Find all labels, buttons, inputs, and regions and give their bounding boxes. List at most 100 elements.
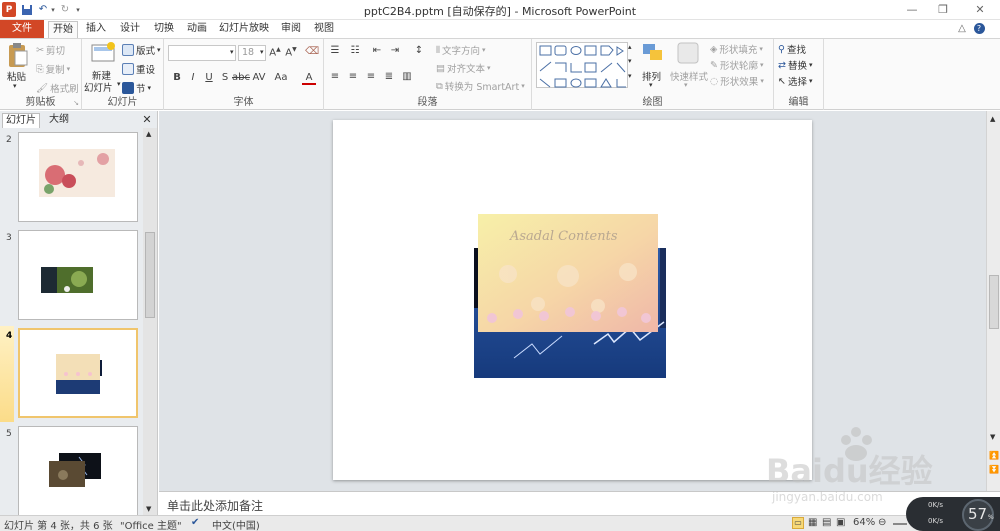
minimize-ribbon-icon[interactable]: △ [955, 21, 969, 38]
change-case-icon[interactable]: Aa [274, 72, 288, 83]
editor-scroll-up[interactable]: ▲ [990, 115, 995, 123]
columns-icon[interactable]: ▥ [400, 71, 414, 82]
panel-tab-slides[interactable]: 幻灯片 [2, 113, 40, 128]
tab-insert[interactable]: 插入 [82, 21, 110, 38]
font-size-dropdown-icon[interactable]: ▾ [260, 48, 264, 56]
help-icon[interactable]: ? [972, 21, 986, 38]
justify-icon[interactable]: ≣ [382, 71, 396, 82]
scissors-icon: ✂ [36, 44, 44, 56]
font-name-combobox[interactable] [168, 45, 236, 61]
tab-home[interactable]: 开始 [48, 21, 78, 38]
new-slide-icon[interactable] [90, 41, 116, 65]
normal-view-icon[interactable]: ▭ [792, 517, 804, 529]
tab-review[interactable]: 审阅 [277, 21, 305, 38]
close-icon[interactable]: ✕ [967, 1, 993, 18]
next-slide-icon[interactable]: ⏬ [989, 465, 999, 474]
smartart-button[interactable]: ⧉ 转换为 SmartArt ▾ [436, 79, 525, 94]
italic-icon[interactable]: I [186, 72, 200, 83]
paste-icon[interactable] [6, 41, 30, 69]
scroll-thumb[interactable] [145, 232, 155, 318]
quick-styles-icon[interactable] [676, 41, 700, 65]
replace-button[interactable]: ⇄ 替换 ▾ [778, 58, 813, 73]
previous-slide-icon[interactable]: ⏫ [989, 451, 999, 460]
slide-thumbnail-3[interactable] [18, 230, 138, 320]
scroll-down-arrow[interactable]: ▼ [146, 505, 151, 513]
minimize-icon[interactable]: — [899, 1, 925, 18]
shrink-font-icon[interactable]: A▼ [284, 46, 298, 58]
tab-file[interactable]: 文件 [0, 20, 44, 38]
editor-scroll-thumb[interactable] [989, 275, 999, 329]
quick-styles-button[interactable]: 快速样式 [670, 69, 708, 83]
scroll-up-arrow[interactable]: ▲ [146, 130, 151, 138]
bullets-icon[interactable]: ☰ [328, 45, 342, 56]
slide-thumbnail-4[interactable] [18, 328, 138, 418]
slides-panel-scrollbar[interactable]: ▲ ▼ [143, 128, 157, 515]
editor-vertical-scrollbar[interactable]: ▲ ▼ ⏫ ⏬ [986, 111, 1000, 491]
paste-dropdown-icon[interactable]: ▾ [13, 82, 17, 90]
tab-animations[interactable]: 动画 [183, 21, 211, 38]
slide-thumbnail-5[interactable] [18, 426, 138, 516]
zoom-out-icon[interactable]: ⊖ [878, 517, 886, 528]
language-status[interactable]: 中文(中国) [212, 517, 260, 531]
grow-font-icon[interactable]: A▲ [268, 46, 282, 58]
current-slide[interactable]: Asadal Contents [333, 120, 812, 480]
arrange-icon[interactable] [640, 41, 666, 65]
slides-panel: 幻灯片 大纲 ✕ 2 3 4 5 ▲ ▼ [0, 111, 158, 516]
new-slide-dropdown-icon[interactable]: ▾ [117, 80, 121, 88]
slide-number: 3 [6, 233, 12, 243]
reset-button[interactable]: 重设 [122, 62, 155, 76]
slide-sorter-icon[interactable]: ▦ [808, 517, 817, 528]
slideshow-icon[interactable]: ▣ [836, 517, 845, 528]
align-center-icon[interactable]: ≡ [346, 71, 360, 82]
shape-fill-button[interactable]: ◈ 形状填充 ▾ [710, 42, 763, 57]
align-text-button[interactable]: ▤ 对齐文本 ▾ [436, 61, 491, 76]
editor-scroll-down[interactable]: ▼ [990, 433, 995, 441]
align-left-icon[interactable]: ≡ [328, 71, 342, 82]
ribbon-tabs: 文件 开始 插入 设计 切换 动画 幻灯片放映 审阅 视图 △ ? [0, 20, 1000, 38]
tab-slideshow[interactable]: 幻灯片放映 [218, 21, 270, 38]
paste-button[interactable]: 粘贴 [7, 69, 26, 83]
layout-button[interactable]: 版式 ▾ [122, 43, 161, 57]
zoom-level[interactable]: 64% [853, 517, 875, 528]
restore-icon[interactable]: ❐ [930, 1, 956, 18]
tab-transitions[interactable]: 切换 [150, 21, 178, 38]
shadow-icon[interactable]: S [218, 72, 232, 83]
cut-button[interactable]: ✂ 剪切 [36, 43, 65, 58]
close-panel-icon[interactable]: ✕ [140, 113, 154, 128]
panel-tab-outline[interactable]: 大纲 [42, 113, 76, 128]
select-button[interactable]: ↖ 选择 ▾ [778, 74, 813, 89]
dialog-launcher-icon[interactable]: ↘ [73, 99, 79, 107]
gallery-scroll-down-icon[interactable]: ▾ [628, 57, 632, 65]
asadal-image[interactable]: Asadal Contents [478, 214, 658, 332]
underline-icon[interactable]: U [202, 72, 216, 83]
shape-effects-button[interactable]: ◌ 形状效果 ▾ [710, 74, 764, 89]
zoom-slider[interactable] [893, 523, 907, 525]
spell-check-icon[interactable]: ✔ [191, 517, 199, 528]
strikethrough-icon[interactable]: abc [232, 72, 250, 83]
font-color-icon[interactable]: A [302, 72, 316, 85]
tab-design[interactable]: 设计 [116, 21, 144, 38]
gallery-scroll-up-icon[interactable]: ▴ [628, 43, 632, 51]
gallery-more-icon[interactable]: ▾ [628, 72, 632, 80]
font-name-dropdown-icon[interactable]: ▾ [230, 48, 234, 56]
quick-styles-dropdown-icon[interactable]: ▾ [684, 81, 688, 89]
decrease-indent-icon[interactable]: ⇤ [370, 45, 384, 56]
arrange-dropdown-icon[interactable]: ▾ [649, 81, 653, 89]
clear-formatting-icon[interactable]: ⌫ [305, 46, 319, 57]
new-slide-label-2[interactable]: 幻灯片 [84, 80, 113, 94]
numbering-icon[interactable]: ☷ [348, 45, 362, 56]
increase-indent-icon[interactable]: ⇥ [388, 45, 402, 56]
shapes-gallery[interactable] [536, 42, 628, 88]
tab-view[interactable]: 视图 [310, 21, 338, 38]
slide-thumbnail-2[interactable] [18, 132, 138, 222]
line-spacing-icon[interactable]: ↕ [412, 45, 426, 56]
shape-outline-button[interactable]: ✎ 形状轮廓 ▾ [710, 58, 764, 73]
bold-icon[interactable]: B [170, 72, 184, 83]
paragraph-group-label: 段落 [417, 97, 438, 108]
char-spacing-icon[interactable]: AV [252, 72, 266, 83]
align-right-icon[interactable]: ≡ [364, 71, 378, 82]
text-direction-button[interactable]: ⫴ 文字方向 ▾ [436, 43, 486, 58]
find-button[interactable]: ⚲ 查找 [778, 42, 806, 57]
reading-view-icon[interactable]: ▤ [822, 517, 831, 528]
copy-button[interactable]: ⎘ 复制 ▾ [36, 62, 70, 77]
